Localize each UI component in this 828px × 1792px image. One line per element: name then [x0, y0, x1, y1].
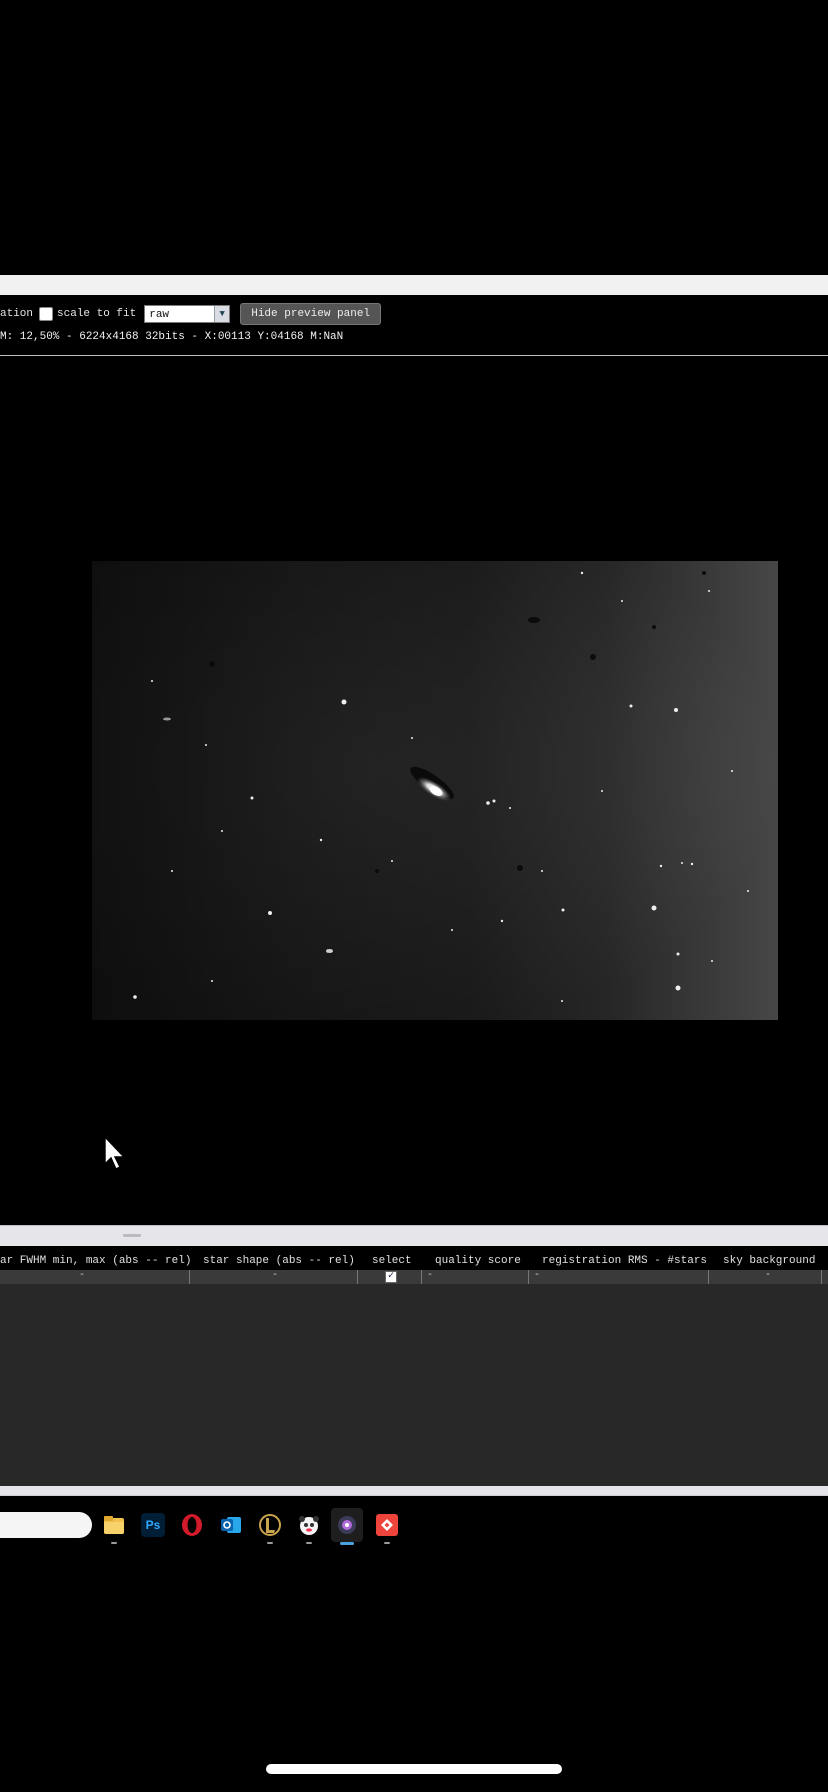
scale-to-fit-checkbox[interactable] — [39, 307, 54, 321]
photoshop-icon[interactable]: Ps — [141, 1513, 165, 1537]
cell-sky: - — [765, 1270, 772, 1281]
photoshop-label: Ps — [145, 1518, 161, 1532]
file-explorer-icon[interactable] — [102, 1513, 126, 1537]
window-top-strip — [0, 275, 828, 295]
panda-app-icon[interactable] — [297, 1513, 321, 1537]
panel-bottom-bar — [0, 1486, 828, 1496]
column-separator — [189, 1270, 190, 1284]
anydesk-icon[interactable] — [375, 1513, 399, 1537]
grip-handle-icon[interactable] — [123, 1234, 141, 1237]
starfield-image — [92, 561, 778, 1020]
outlook-icon[interactable] — [219, 1513, 243, 1537]
column-separator — [708, 1270, 709, 1284]
cell-quality: - — [427, 1270, 434, 1281]
preview-toolbar: ation scale to fit raw ▼ Hide preview pa… — [0, 295, 828, 355]
opera-icon[interactable] — [180, 1513, 204, 1537]
display-mode-select[interactable]: raw ▼ — [144, 305, 231, 323]
header-quality-score[interactable]: quality score — [435, 1255, 521, 1267]
table-row[interactable]: - - ✓ - - - — [0, 1270, 828, 1284]
running-indicator — [384, 1542, 390, 1544]
select-checkbox[interactable]: ✓ — [385, 1271, 397, 1283]
header-fwhm[interactable]: ar FWHM min, max (abs -- rel) — [0, 1255, 191, 1267]
cell-fwhm: - — [79, 1270, 86, 1281]
frame-list-body[interactable] — [0, 1284, 828, 1486]
column-separator — [421, 1270, 422, 1284]
cell-star-shape: - — [272, 1270, 279, 1281]
mouse-pointer-icon — [104, 1136, 126, 1170]
column-separator — [357, 1270, 358, 1284]
taskbar-search-box[interactable] — [0, 1512, 92, 1538]
league-of-legends-icon[interactable] — [258, 1513, 282, 1537]
truncated-option-label: ation — [0, 308, 34, 320]
scale-to-fit-label: scale to fit — [57, 308, 137, 320]
home-indicator[interactable] — [266, 1764, 562, 1774]
display-mode-value: raw — [149, 309, 170, 321]
chevron-down-icon[interactable]: ▼ — [214, 306, 230, 322]
running-indicator — [111, 1542, 117, 1544]
active-indicator — [340, 1542, 354, 1545]
header-select[interactable]: select — [372, 1255, 412, 1267]
running-indicator — [306, 1542, 312, 1544]
cell-registration: - — [534, 1270, 541, 1281]
frame-list-header: ar FWHM min, max (abs -- rel) star shape… — [0, 1252, 828, 1270]
preview-image[interactable] — [92, 561, 778, 1020]
image-status-line: M: 12,50% - 6224x4168 32bits - X:00113 Y… — [0, 331, 344, 343]
running-indicator — [267, 1542, 273, 1544]
header-sky-background[interactable]: sky background — [723, 1255, 815, 1267]
hide-preview-panel-button[interactable]: Hide preview panel — [240, 303, 382, 325]
toolbar-divider — [0, 355, 828, 356]
header-star-shape[interactable]: star shape (abs -- rel) — [203, 1255, 355, 1267]
panel-resize-bar[interactable] — [0, 1225, 828, 1246]
column-separator — [821, 1270, 822, 1284]
column-separator — [528, 1270, 529, 1284]
siril-icon[interactable] — [335, 1513, 359, 1537]
taskbar: Ps — [0, 1502, 828, 1548]
toolbar-controls: ation scale to fit raw ▼ Hide preview pa… — [0, 302, 382, 326]
header-registration[interactable]: registration RMS - #stars — [542, 1255, 707, 1267]
